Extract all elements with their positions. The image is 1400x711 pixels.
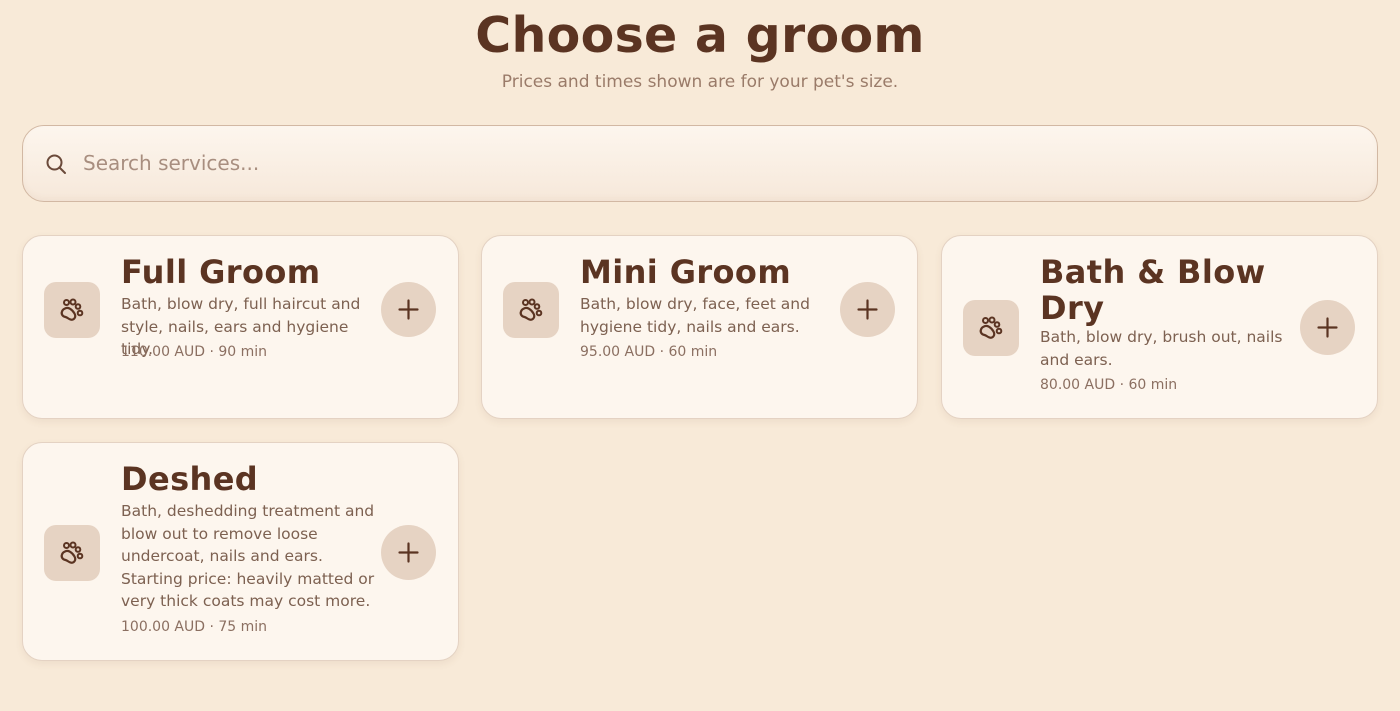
- service-icon-badge: [963, 300, 1019, 356]
- page-title: Choose a groom: [475, 7, 925, 64]
- service-title: Bath & Blow Dry: [1040, 253, 1266, 327]
- plus-icon: [398, 542, 419, 563]
- service-description: Bath, deshedding treatment and blow out …: [121, 502, 375, 610]
- service-title: Deshed: [121, 460, 259, 498]
- search-bar[interactable]: [22, 125, 1378, 202]
- service-card-mini-groom[interactable]: Mini Groom Bath, blow dry, face, feet an…: [481, 235, 918, 419]
- plus-icon: [1317, 317, 1338, 338]
- service-picker-page: Choose a groom Prices and times shown ar…: [0, 0, 1400, 711]
- paw-icon: [60, 298, 84, 321]
- service-icon-badge: [44, 525, 100, 581]
- service-card-bath-blow-dry[interactable]: Bath & Blow Dry Bath, blow dry, brush ou…: [941, 235, 1378, 419]
- service-price-duration: 110.00 AUD · 90 min: [121, 344, 268, 360]
- add-service-button[interactable]: [381, 525, 436, 580]
- page-subtitle: Prices and times shown are for your pet'…: [501, 72, 899, 92]
- service-icon-badge: [44, 282, 100, 338]
- add-service-button[interactable]: [840, 282, 895, 337]
- service-card-deshed[interactable]: Deshed Bath, deshedding treatment and bl…: [22, 442, 459, 661]
- service-title: Mini Groom: [580, 253, 792, 291]
- service-title: Full Groom: [121, 253, 321, 291]
- search-input[interactable]: [83, 126, 1353, 200]
- search-icon: [46, 154, 66, 174]
- service-icon-badge: [503, 282, 559, 338]
- paw-icon: [60, 541, 84, 564]
- add-service-button[interactable]: [381, 282, 436, 337]
- service-price-duration: 95.00 AUD · 60 min: [580, 344, 718, 360]
- plus-icon: [398, 299, 419, 320]
- service-description: Bath, blow dry, face, feet and hygiene t…: [580, 295, 810, 336]
- paw-icon: [519, 298, 543, 321]
- service-price-duration: 80.00 AUD · 60 min: [1040, 377, 1178, 393]
- plus-icon: [857, 299, 878, 320]
- service-price-duration: 100.00 AUD · 75 min: [121, 619, 268, 635]
- service-description: Bath, blow dry, brush out, nails and ear…: [1040, 328, 1283, 369]
- paw-icon: [979, 316, 1003, 339]
- add-service-button[interactable]: [1300, 300, 1355, 355]
- service-card-full-groom[interactable]: Full Groom Bath, blow dry, full haircut …: [22, 235, 459, 419]
